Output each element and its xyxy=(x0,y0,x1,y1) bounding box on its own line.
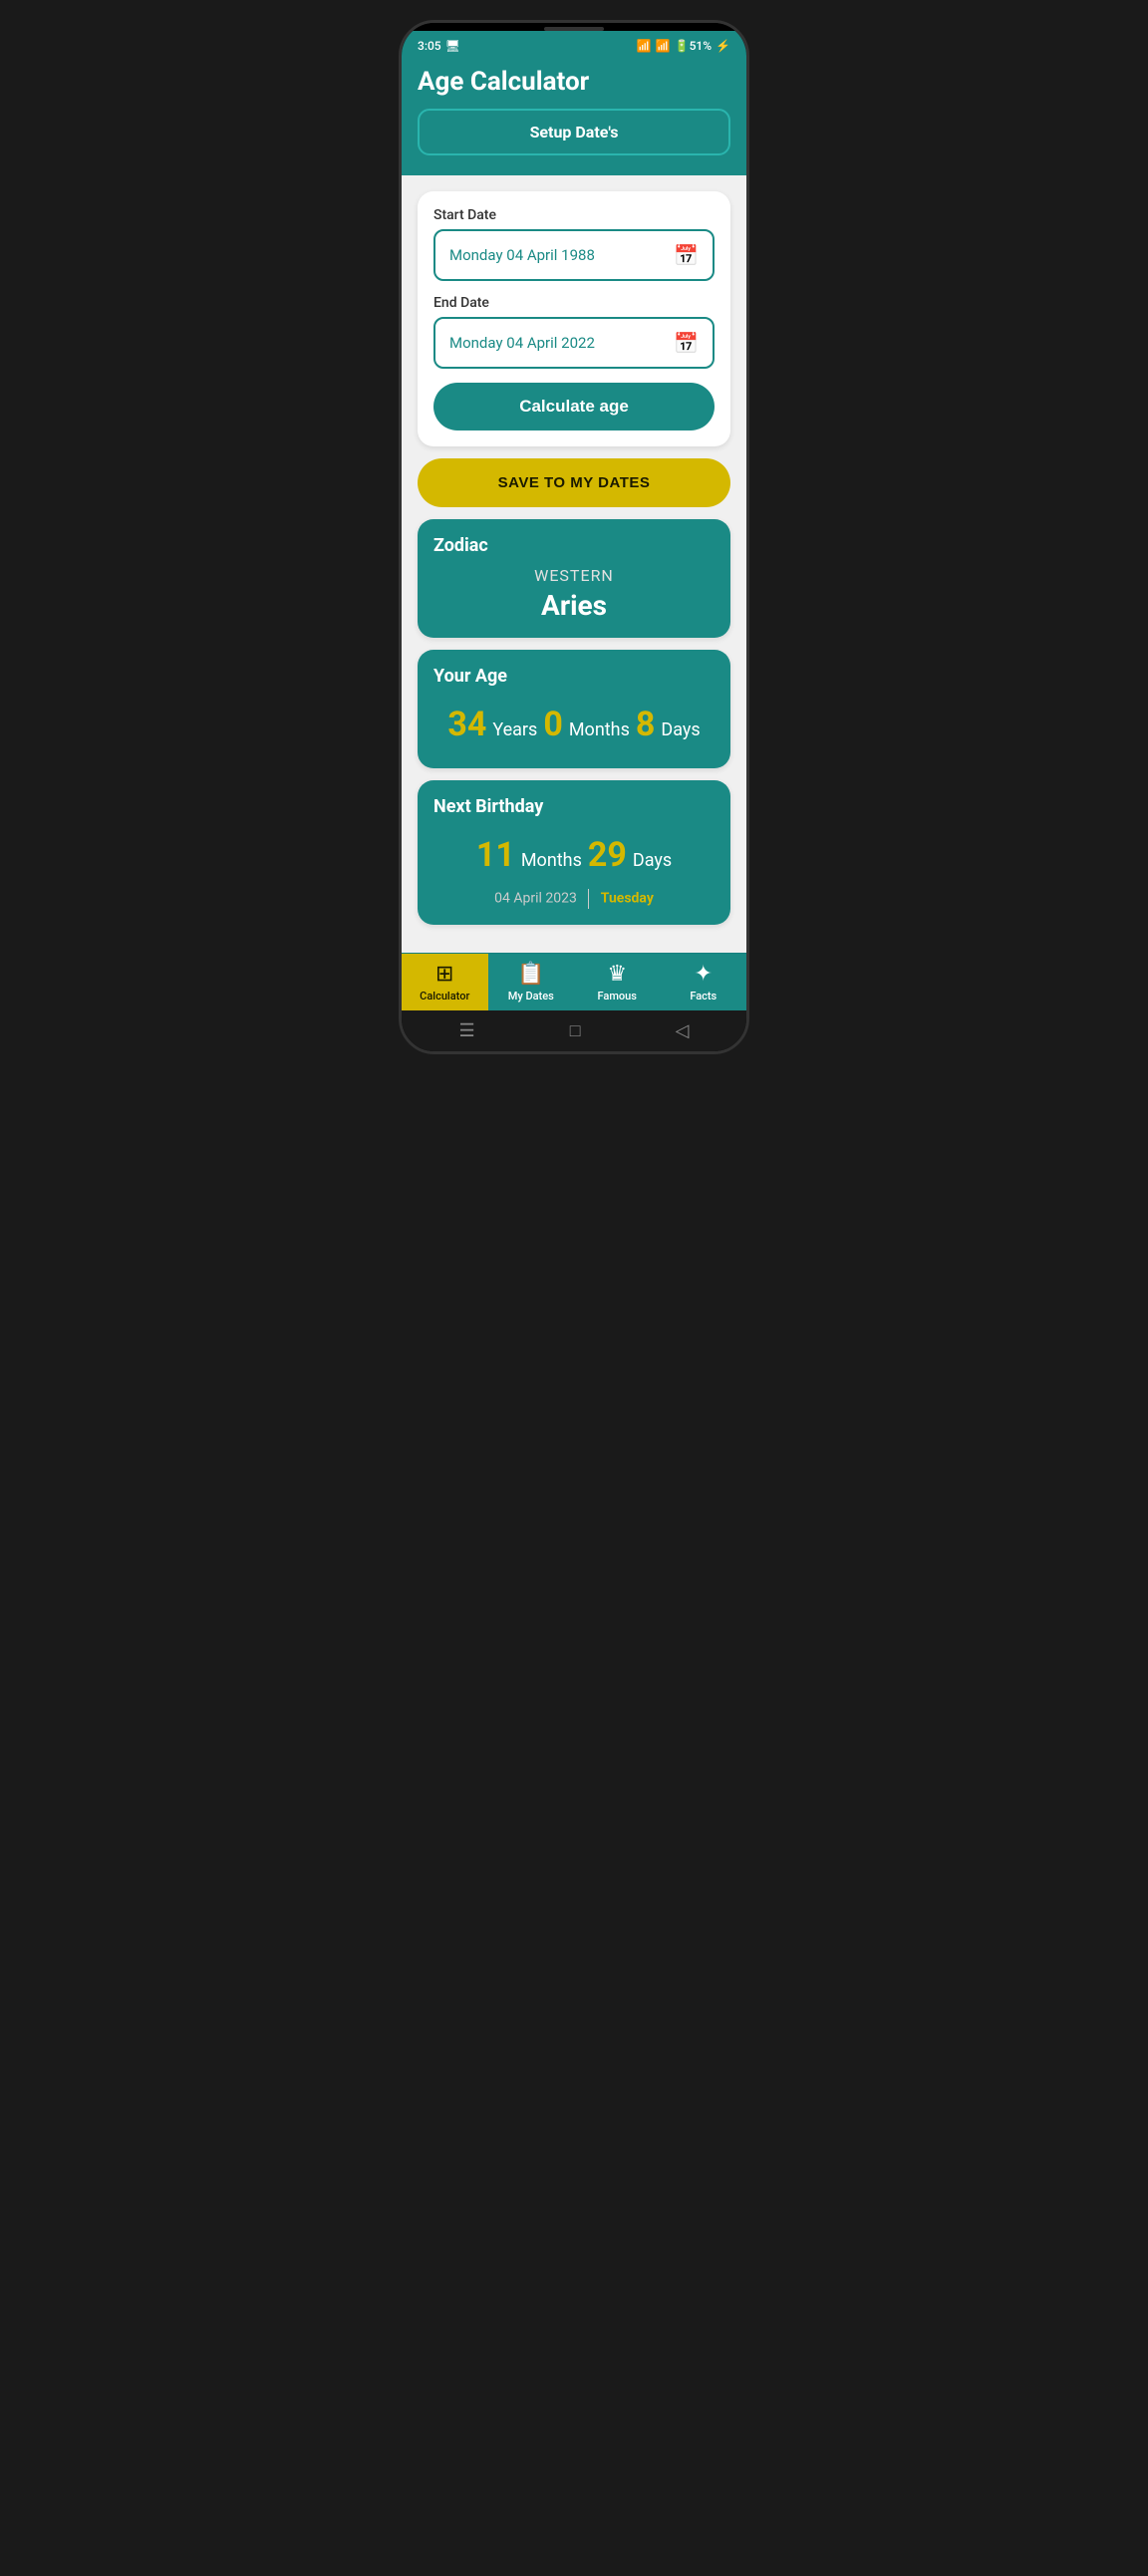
zodiac-sign: Aries xyxy=(433,589,715,622)
birthday-months-label: Months xyxy=(521,850,582,871)
start-date-label: Start Date xyxy=(433,207,715,223)
status-right: 📶 📶 🔋51% ⚡ xyxy=(637,39,730,53)
nav-label-calculator: Calculator xyxy=(420,990,469,1002)
birthday-title: Next Birthday xyxy=(433,796,715,817)
age-card: Your Age 34 Years 0 Months 8 Days xyxy=(418,650,730,768)
birthday-date-value: 04 April 2023 xyxy=(494,891,577,907)
nav-item-facts[interactable]: ✦ Facts xyxy=(661,954,747,1010)
end-date-label: End Date xyxy=(433,295,715,311)
app-title: Age Calculator xyxy=(418,67,730,97)
start-date-value: Monday 04 April 1988 xyxy=(449,246,595,264)
birthday-row: 11 Months 29 Days xyxy=(433,827,715,883)
nav-item-my-dates[interactable]: 📋 My Dates xyxy=(488,954,575,1010)
notch-bar xyxy=(402,23,746,31)
zodiac-type: WESTERN xyxy=(433,566,715,585)
battery-icon: 🔋51% xyxy=(675,39,712,53)
birthday-days-label: Days xyxy=(633,850,672,871)
home-button[interactable]: □ xyxy=(570,1020,581,1041)
notch xyxy=(544,27,604,31)
screen-icon: 🖥 xyxy=(445,39,460,53)
birthday-card: Next Birthday 11 Months 29 Days 04 April… xyxy=(418,780,730,925)
calculate-button[interactable]: Calculate age xyxy=(433,383,715,430)
back-button[interactable]: ◁ xyxy=(676,1020,690,1041)
birthday-days: 29 xyxy=(588,835,627,875)
nav-label-my-dates: My Dates xyxy=(508,990,554,1002)
end-date-input[interactable]: Monday 04 April 2022 📅 xyxy=(433,317,715,369)
wifi-icon: 📶 xyxy=(637,39,652,53)
famous-icon: ♛ xyxy=(607,964,627,986)
bottom-nav: ⊞ Calculator 📋 My Dates ♛ Famous ✦ Facts xyxy=(402,953,746,1010)
signal-icon: 📶 xyxy=(656,39,671,53)
age-years: 34 xyxy=(447,705,486,744)
birthday-date-line: 04 April 2023 Tuesday xyxy=(433,889,715,909)
setup-dates-button[interactable]: Setup Date's xyxy=(418,109,730,155)
header: Age Calculator Setup Date's xyxy=(402,57,746,175)
nav-label-facts: Facts xyxy=(690,990,717,1002)
facts-icon: ✦ xyxy=(695,964,713,986)
calculator-icon: ⊞ xyxy=(435,964,453,986)
status-bar: 3:05 🖥 📶 📶 🔋51% ⚡ xyxy=(402,31,746,57)
save-to-dates-button[interactable]: SAVE TO MY DATES xyxy=(418,458,730,507)
time: 3:05 xyxy=(418,39,441,53)
nav-item-famous[interactable]: ♛ Famous xyxy=(574,954,661,1010)
menu-button[interactable]: ☰ xyxy=(459,1020,475,1041)
status-left: 3:05 🖥 xyxy=(418,39,460,53)
age-row: 34 Years 0 Months 8 Days xyxy=(433,697,715,752)
main-content: Start Date Monday 04 April 1988 📅 End Da… xyxy=(402,175,746,953)
age-days: 8 xyxy=(636,705,656,744)
phone-frame: 3:05 🖥 📶 📶 🔋51% ⚡ Age Calculator Setup D… xyxy=(399,20,749,1054)
birthday-day-value: Tuesday xyxy=(601,891,654,907)
date-card: Start Date Monday 04 April 1988 📅 End Da… xyxy=(418,191,730,446)
zodiac-card: Zodiac WESTERN Aries xyxy=(418,519,730,638)
android-nav: ☰ □ ◁ xyxy=(402,1010,746,1051)
age-months: 0 xyxy=(543,705,563,744)
start-calendar-icon: 📅 xyxy=(674,243,699,267)
nav-item-calculator[interactable]: ⊞ Calculator xyxy=(402,954,488,1010)
end-calendar-icon: 📅 xyxy=(674,331,699,355)
divider xyxy=(588,889,589,909)
age-months-label: Months xyxy=(569,719,630,740)
end-date-value: Monday 04 April 2022 xyxy=(449,334,595,352)
birthday-months: 11 xyxy=(476,835,515,875)
nav-label-famous: Famous xyxy=(598,990,637,1002)
age-title: Your Age xyxy=(433,666,715,687)
my-dates-icon: 📋 xyxy=(517,964,544,986)
age-days-label: Days xyxy=(661,719,700,740)
age-years-label: Years xyxy=(492,719,537,740)
charging-icon: ⚡ xyxy=(716,39,730,53)
zodiac-title: Zodiac xyxy=(433,535,715,556)
start-date-input[interactable]: Monday 04 April 1988 📅 xyxy=(433,229,715,281)
